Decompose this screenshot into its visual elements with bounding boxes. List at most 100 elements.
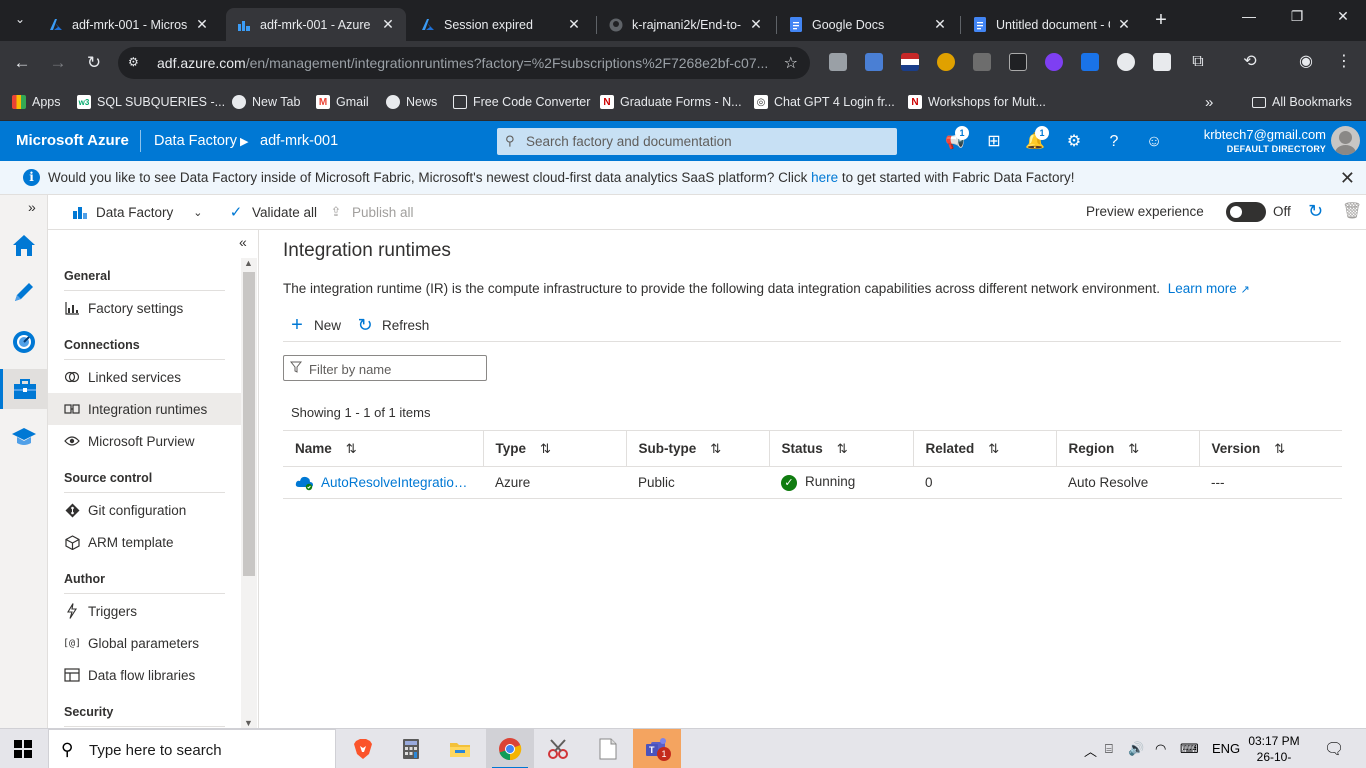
author-pencil-icon[interactable] [10, 278, 38, 306]
scrollbar-thumb[interactable] [243, 272, 255, 576]
browser-tab-3[interactable]: Session expired ✕ [410, 8, 592, 41]
extension-icon[interactable] [865, 53, 883, 71]
browser-tab-2[interactable]: adf-mrk-001 - Azure D ✕ [226, 8, 406, 41]
minimize-button[interactable]: — [1226, 8, 1272, 32]
browser-tab-1[interactable]: adf-mrk-001 - Micros ✕ [38, 8, 220, 41]
taskbar-search-box[interactable]: ⚲ Type here to search [48, 729, 336, 768]
sort-icon[interactable]: ⇅ [540, 441, 551, 456]
nav-item-factory-settings[interactable]: Factory settings [48, 292, 241, 324]
collapse-panel-icon[interactable]: « [239, 234, 247, 250]
breadcrumb-data-factory[interactable]: Data Factory [154, 133, 237, 149]
extension-icon[interactable] [973, 53, 991, 71]
extension-icon[interactable] [901, 53, 919, 71]
speaker-volume-icon[interactable]: 🔊 [1128, 741, 1144, 757]
column-header-related[interactable]: Related ⇅ [913, 430, 1057, 467]
nav-item-linked-services[interactable]: Linked services [48, 361, 241, 393]
learn-more-link[interactable]: Learn more ↗ [1168, 281, 1250, 296]
azure-brand[interactable]: Microsoft Azure [16, 132, 129, 149]
bookmark-star-icon[interactable]: ☆ [784, 53, 798, 73]
column-header-subtype[interactable]: Sub-type ⇅ [626, 430, 770, 467]
extension-icon[interactable] [1153, 53, 1171, 71]
sort-icon[interactable]: ⇅ [346, 441, 357, 456]
back-button[interactable]: ← [10, 51, 34, 75]
extension-icon[interactable] [1081, 53, 1099, 71]
wifi-icon[interactable]: ◠ [1155, 741, 1166, 757]
sort-icon[interactable]: ⇅ [988, 441, 999, 456]
windows-start-icon[interactable] [14, 740, 32, 758]
close-tab-icon[interactable]: ✕ [748, 16, 764, 33]
extension-icon[interactable] [937, 53, 955, 71]
network-ethernet-icon[interactable]: ⌸ [1105, 741, 1113, 757]
close-tab-icon[interactable]: ✕ [380, 16, 396, 33]
bookmark-item[interactable]: New Tab [232, 93, 300, 111]
new-tab-button[interactable]: + [1150, 10, 1172, 32]
extension-icon[interactable] [1009, 53, 1027, 71]
extensions-puzzle-icon[interactable]: ⧉ [1188, 52, 1208, 72]
close-window-button[interactable]: ✕ [1320, 8, 1366, 32]
all-bookmarks-button[interactable]: All Bookmarks [1252, 93, 1352, 111]
avatar[interactable] [1331, 126, 1360, 155]
file-explorer-icon[interactable] [436, 729, 484, 768]
teams-icon[interactable]: T1 [633, 729, 681, 768]
refresh-icon[interactable]: ↻ [1308, 201, 1323, 222]
learning-hat-icon[interactable] [10, 423, 38, 451]
brave-browser-icon[interactable] [339, 729, 387, 768]
close-tab-icon[interactable]: ✕ [1116, 16, 1132, 33]
scroll-up-icon[interactable]: ▲ [244, 258, 253, 268]
close-tab-icon[interactable]: ✕ [194, 16, 210, 33]
expand-rail-icon[interactable]: » [28, 199, 36, 215]
factory-search-input[interactable]: ⚲ Search factory and documentation [497, 128, 897, 155]
sort-icon[interactable]: ⇅ [1128, 441, 1139, 456]
banner-here-link[interactable]: here [811, 170, 838, 185]
refresh-button[interactable]: ↻ Refresh [356, 315, 429, 335]
table-row[interactable]: AutoResolveIntegrationRuntime Azure Publ… [283, 466, 1342, 499]
monitor-gauge-icon[interactable] [10, 328, 38, 356]
bookmark-item[interactable]: N Graduate Forms - N... [600, 93, 742, 111]
forward-button[interactable]: → [46, 51, 70, 75]
notepad-icon[interactable] [584, 729, 632, 768]
nav-item-git-configuration[interactable]: Git configuration [48, 494, 241, 526]
browser-tab-6[interactable]: Untitled document - G ✕ [962, 8, 1142, 41]
nav-item-global-parameters[interactable]: [@] Global parameters [48, 627, 241, 659]
extension-icon[interactable] [1117, 53, 1135, 71]
show-hidden-icons-chevron[interactable]: ︿ [1084, 741, 1097, 760]
column-header-name[interactable]: Name ⇅ [283, 430, 484, 467]
nav-item-triggers[interactable]: Triggers [48, 595, 241, 627]
help-icon[interactable]: ? [1103, 131, 1125, 153]
extension-icon[interactable] [829, 53, 847, 71]
nav-item-data-flow-libraries[interactable]: Data flow libraries [48, 659, 241, 691]
bookmark-apps[interactable]: Apps [12, 93, 61, 111]
new-button[interactable]: + New [288, 314, 341, 336]
calculator-icon[interactable] [387, 729, 435, 768]
bookmark-item[interactable]: w3 SQL SUBQUERIES -... [77, 93, 225, 111]
column-header-region[interactable]: Region ⇅ [1056, 430, 1200, 467]
filter-by-name-input[interactable]: Filter by name [283, 355, 487, 381]
publish-all-button[interactable]: ⇪ Publish all [328, 204, 414, 220]
profile-icon[interactable]: ◉ [1296, 52, 1316, 72]
delete-icon[interactable]: 🗑 [1342, 201, 1362, 221]
reload-button[interactable]: ↻ [82, 51, 106, 75]
system-clock[interactable]: 03:17 PM 26-10-2024 [1244, 733, 1304, 768]
switch-directory-icon[interactable]: ⊞ [983, 131, 1005, 153]
sort-icon[interactable]: ⇅ [837, 441, 848, 456]
sort-icon[interactable]: ⇅ [710, 441, 721, 456]
browser-tab-4[interactable]: k-rajmani2k/End-to-E ✕ [598, 8, 774, 41]
address-bar[interactable]: ⚙ adf.azure.com/en/management/integratio… [118, 47, 810, 79]
nav-scrollbar[interactable]: ▲ ▼ [241, 258, 257, 728]
tab-search-dropdown[interactable]: ⌄ [10, 12, 30, 30]
column-header-version[interactable]: Version ⇅ [1199, 430, 1342, 467]
home-icon[interactable] [10, 231, 38, 259]
language-indicator[interactable]: ENG [1212, 741, 1240, 756]
keyboard-icon[interactable]: ⌨ [1180, 741, 1199, 757]
notification-center-icon[interactable]: 🗨 [1324, 739, 1344, 759]
snipping-tool-icon[interactable] [535, 729, 583, 768]
bookmark-item[interactable]: M Gmail [316, 93, 369, 111]
nav-item-arm-template[interactable]: ARM template [48, 526, 241, 558]
runtime-name-link[interactable]: AutoResolveIntegrationRuntime [321, 475, 473, 490]
restore-button[interactable]: ❐ [1274, 8, 1320, 32]
browser-tab-5[interactable]: Google Docs ✕ [778, 8, 958, 41]
bookmark-item[interactable]: News [386, 93, 437, 111]
history-icon[interactable]: ⟲ [1240, 52, 1260, 72]
bookmark-item[interactable]: N Workshops for Mult... [908, 93, 1046, 111]
nav-item-integration-runtimes[interactable]: Integration runtimes [48, 393, 241, 425]
